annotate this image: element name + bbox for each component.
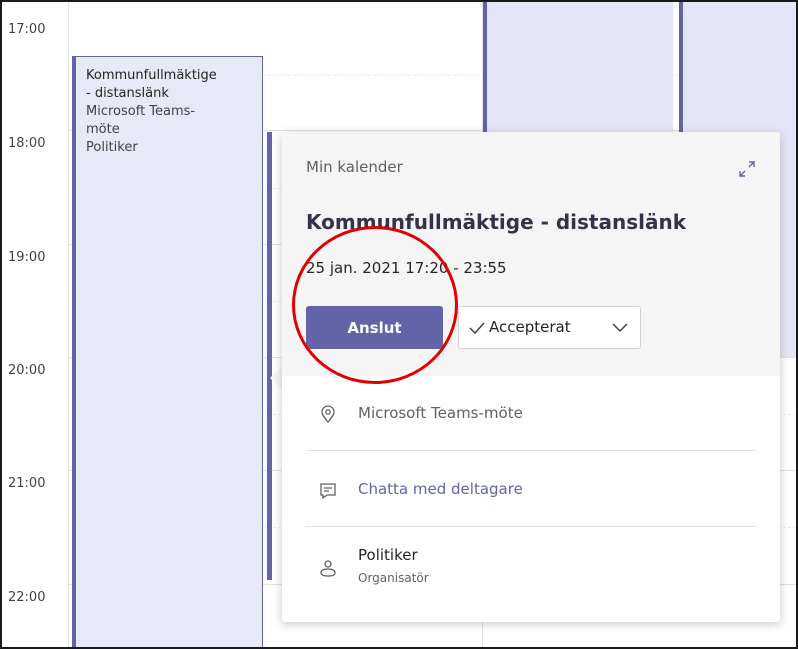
chat-row[interactable]: Chatta med deltagare: [306, 476, 756, 506]
calendar-frame: 17:00 18:00 19:00 20:00 21:00 22:00 Komm…: [0, 0, 798, 649]
chevron-down-icon: [612, 323, 628, 333]
event-card-kommunfullmaktige[interactable]: Kommunfullmäktige - distanslänk Microsof…: [72, 56, 263, 647]
calendar-label: Min kalender: [306, 158, 403, 176]
divider: [306, 450, 756, 451]
chat-with-participants-link[interactable]: Chatta med deltagare: [358, 480, 523, 498]
popup-pointer: [270, 366, 282, 390]
location-row: Microsoft Teams-möte: [306, 400, 756, 430]
person-icon: [320, 560, 336, 577]
event-accent-bar: [267, 132, 272, 580]
chat-icon: [320, 483, 336, 500]
location-text: Microsoft Teams-möte: [358, 404, 523, 422]
checkmark-icon: [469, 322, 485, 334]
time-label-2100: 21:00: [8, 476, 46, 491]
annotation-circle: [292, 226, 458, 384]
event-card-title-line1: Kommunfullmäktige: [86, 68, 217, 83]
organizer-row: Politiker Organisatör: [306, 544, 756, 600]
event-card-organizer: Politiker: [86, 140, 138, 155]
organizer-role: Organisatör: [358, 571, 429, 585]
event-card-title-line2: - distanslänk: [86, 86, 169, 101]
time-label-2000: 20:00: [8, 363, 46, 378]
event-card-location-line1: Microsoft Teams-: [86, 104, 196, 119]
rsvp-dropdown[interactable]: Accepterat: [458, 306, 641, 349]
event-card-location-line2: möte: [86, 122, 120, 137]
time-label-1800: 18:00: [8, 136, 46, 151]
expand-icon[interactable]: [738, 160, 756, 178]
time-label-2200: 22:00: [8, 590, 46, 605]
divider: [306, 526, 756, 527]
time-gutter: 17:00 18:00 19:00 20:00 21:00 22:00: [2, 2, 69, 647]
rsvp-label: Accepterat: [489, 318, 571, 336]
organizer-name: Politiker: [358, 546, 418, 564]
time-label-1700: 17:00: [8, 22, 46, 37]
location-pin-icon: [321, 405, 335, 424]
time-label-1900: 19:00: [8, 250, 46, 265]
